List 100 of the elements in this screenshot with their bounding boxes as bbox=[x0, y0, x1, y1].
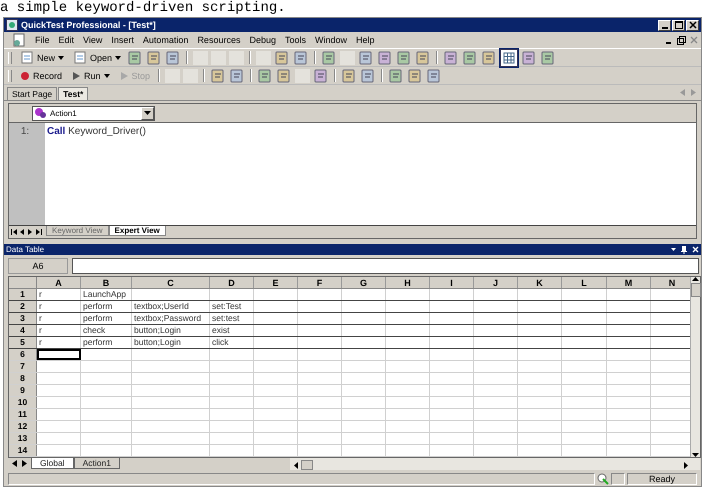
column-header[interactable]: M bbox=[607, 277, 651, 288]
column-header[interactable]: I bbox=[430, 277, 474, 288]
pin-icon[interactable] bbox=[681, 246, 687, 254]
row-header[interactable]: 12 bbox=[9, 421, 37, 432]
row-header[interactable]: 5 bbox=[9, 337, 37, 348]
toolbar-icon[interactable] bbox=[257, 68, 274, 84]
row-header[interactable]: 3 bbox=[9, 313, 37, 324]
vertical-scrollbar[interactable] bbox=[690, 277, 700, 457]
toolbar-icon[interactable] bbox=[358, 50, 374, 66]
document-tab[interactable]: Test* bbox=[58, 87, 88, 100]
caret-icon[interactable] bbox=[104, 74, 110, 78]
toolbar-icon[interactable] bbox=[388, 68, 404, 84]
sheet-tab[interactable]: Global bbox=[31, 458, 74, 469]
view-tab[interactable]: Expert View bbox=[108, 226, 166, 236]
menu-item[interactable]: Automation bbox=[142, 35, 188, 45]
column-header[interactable]: B bbox=[81, 277, 132, 288]
column-header[interactable]: C bbox=[132, 277, 210, 288]
toolbar-icon[interactable] bbox=[443, 50, 460, 66]
minimize-button[interactable] bbox=[658, 20, 671, 30]
scroll-thumb[interactable] bbox=[300, 460, 313, 470]
toolbar-button[interactable]: Open bbox=[70, 50, 124, 65]
toolbar-icon[interactable] bbox=[407, 68, 424, 84]
scroll-up-icon[interactable] bbox=[692, 277, 699, 281]
toolbar-icon[interactable] bbox=[276, 68, 292, 84]
toolbar-icon[interactable] bbox=[462, 50, 478, 66]
next-icon[interactable] bbox=[22, 460, 27, 467]
column-header[interactable]: F bbox=[298, 277, 342, 288]
column-header[interactable]: A bbox=[37, 277, 81, 288]
menu-item[interactable]: File bbox=[35, 35, 50, 45]
name-box[interactable]: A6 bbox=[8, 258, 68, 274]
toolbar-icon[interactable] bbox=[210, 68, 226, 84]
toolbar-icon[interactable] bbox=[146, 50, 162, 66]
row-header[interactable]: 1 bbox=[9, 289, 37, 300]
toolbar-icon[interactable] bbox=[165, 50, 182, 66]
column-header[interactable]: K bbox=[518, 277, 562, 288]
formula-field[interactable] bbox=[72, 258, 699, 274]
row-header[interactable]: 8 bbox=[9, 373, 37, 384]
table-icon[interactable] bbox=[500, 48, 518, 66]
row-header[interactable]: 6 bbox=[9, 349, 37, 360]
sheet-tab[interactable]: Action1 bbox=[74, 458, 120, 469]
first-icon[interactable] bbox=[11, 229, 17, 235]
menu-item[interactable]: Debug bbox=[249, 35, 276, 45]
toolbar-icon[interactable] bbox=[293, 50, 310, 66]
toolbar-icon[interactable] bbox=[321, 50, 338, 66]
selected-cell[interactable] bbox=[37, 349, 81, 360]
scroll-right-icon[interactable] bbox=[684, 462, 688, 468]
toolbar-icon[interactable] bbox=[540, 50, 556, 66]
menu-item[interactable]: Edit bbox=[58, 35, 74, 45]
toolbar-icon[interactable] bbox=[360, 68, 376, 84]
horizontal-scrollbar[interactable] bbox=[290, 458, 700, 470]
row-header[interactable]: 13 bbox=[9, 433, 37, 444]
next-icon[interactable] bbox=[28, 229, 33, 235]
menu-item[interactable]: Tools bbox=[285, 35, 306, 45]
row-header[interactable]: 2 bbox=[9, 301, 37, 312]
column-header[interactable]: G bbox=[342, 277, 386, 288]
toolbar-icon[interactable] bbox=[521, 50, 538, 66]
menu-item[interactable]: Window bbox=[315, 35, 348, 45]
scroll-left-icon[interactable] bbox=[294, 462, 298, 468]
row-header[interactable]: 7 bbox=[9, 361, 37, 372]
toolbar-icon[interactable] bbox=[274, 50, 290, 66]
row-header[interactable]: 9 bbox=[9, 385, 37, 396]
previous-icon[interactable] bbox=[20, 229, 25, 235]
toolbar-button[interactable]: Record bbox=[17, 68, 66, 83]
caret-icon[interactable] bbox=[115, 56, 122, 60]
toolbar-button[interactable]: Run bbox=[68, 68, 113, 83]
last-icon[interactable] bbox=[36, 229, 42, 235]
menu-item[interactable]: Insert bbox=[111, 35, 134, 45]
toolbar-icon[interactable] bbox=[341, 68, 358, 84]
toolbar-icon[interactable] bbox=[313, 68, 330, 84]
column-header[interactable]: L bbox=[562, 277, 607, 288]
toolbar-icon[interactable] bbox=[415, 50, 432, 66]
column-header[interactable]: E bbox=[254, 277, 298, 288]
row-header[interactable]: 4 bbox=[9, 325, 37, 336]
restore-icon[interactable] bbox=[677, 36, 686, 44]
column-header[interactable]: J bbox=[474, 277, 518, 288]
row-header[interactable]: 14 bbox=[9, 445, 37, 456]
document-tab[interactable]: Start Page bbox=[7, 87, 58, 100]
action-dropdown[interactable]: Action1 bbox=[32, 106, 155, 120]
row-header[interactable]: 10 bbox=[9, 397, 37, 408]
toolbar-icon[interactable] bbox=[377, 50, 394, 66]
toolbar-icon[interactable] bbox=[127, 50, 144, 66]
toolbar-button[interactable]: New bbox=[17, 50, 68, 65]
view-tab[interactable]: Keyword View bbox=[46, 226, 109, 236]
scroll-thumb[interactable] bbox=[690, 283, 700, 297]
menu-item[interactable]: View bbox=[83, 35, 102, 45]
menu-item[interactable]: Resources bbox=[197, 35, 240, 45]
toolbar-icon[interactable] bbox=[426, 68, 442, 84]
column-header[interactable]: H bbox=[386, 277, 430, 288]
toolbar-icon[interactable] bbox=[396, 50, 412, 66]
previous-icon[interactable] bbox=[12, 460, 17, 467]
menu-item[interactable]: Help bbox=[356, 35, 375, 45]
close-button[interactable] bbox=[686, 20, 699, 30]
maximize-button[interactable] bbox=[672, 20, 685, 30]
toolbar-icon[interactable] bbox=[481, 50, 498, 66]
dropdown-button[interactable] bbox=[141, 106, 154, 120]
toolbar-icon[interactable] bbox=[229, 68, 246, 84]
caret-icon[interactable] bbox=[58, 56, 64, 60]
column-header[interactable]: D bbox=[210, 277, 254, 288]
row-header[interactable]: 11 bbox=[9, 409, 37, 420]
dropdown-icon[interactable] bbox=[671, 248, 676, 251]
